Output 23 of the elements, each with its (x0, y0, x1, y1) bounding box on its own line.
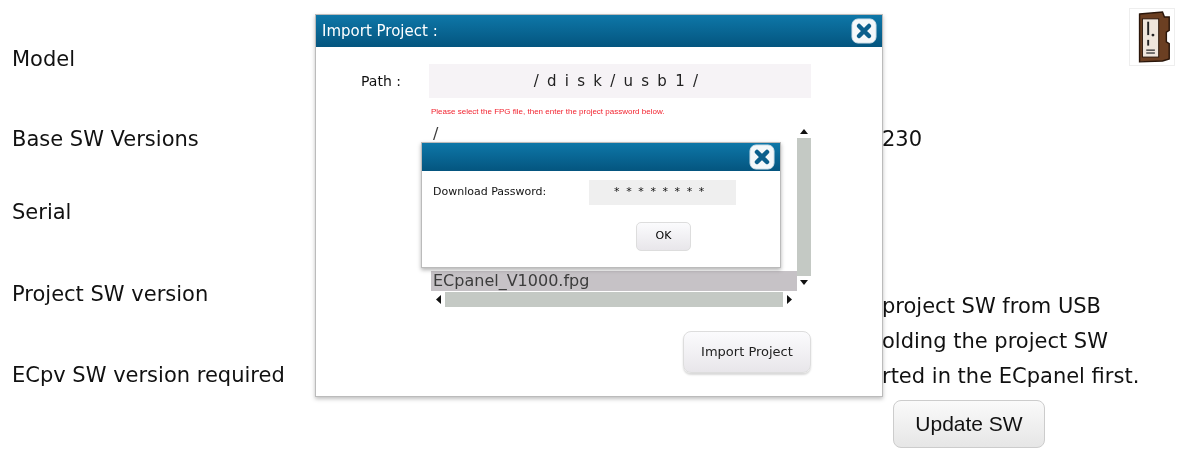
note-text: olding the project SW (882, 328, 1108, 355)
update-button[interactable]: Update SW (893, 400, 1045, 448)
note-text: project SW from USB (882, 293, 1101, 320)
dialog-title: Import Project : (322, 20, 438, 42)
field-value: 230 (881, 126, 923, 154)
password-field[interactable]: ******** (589, 180, 736, 205)
note-text: rted in the ECpanel first. (882, 363, 1140, 390)
path-label: Path : (360, 71, 402, 91)
close-button[interactable] (749, 144, 775, 170)
field-label: Serial (12, 199, 72, 227)
field-label: Project SW version (12, 281, 209, 309)
field-label: Base SW Versions (12, 126, 199, 154)
ok-button[interactable]: OK (636, 222, 691, 251)
password-label: Download Password: (433, 184, 548, 201)
file-list-item[interactable]: / (431, 124, 797, 144)
field-label: ECpv SW version required (12, 362, 285, 390)
file-list-item[interactable]: ECpanel_V1000.fpg (431, 271, 797, 291)
hint-text: Please select the FPG file, then enter the project password below. (431, 106, 665, 118)
path-field[interactable]: /disk/usb1/ (429, 64, 811, 98)
close-button[interactable] (851, 18, 877, 44)
device-module-icon (1129, 8, 1175, 66)
field-label: Model (12, 46, 76, 74)
import-project-button[interactable]: Import Project (683, 331, 811, 373)
